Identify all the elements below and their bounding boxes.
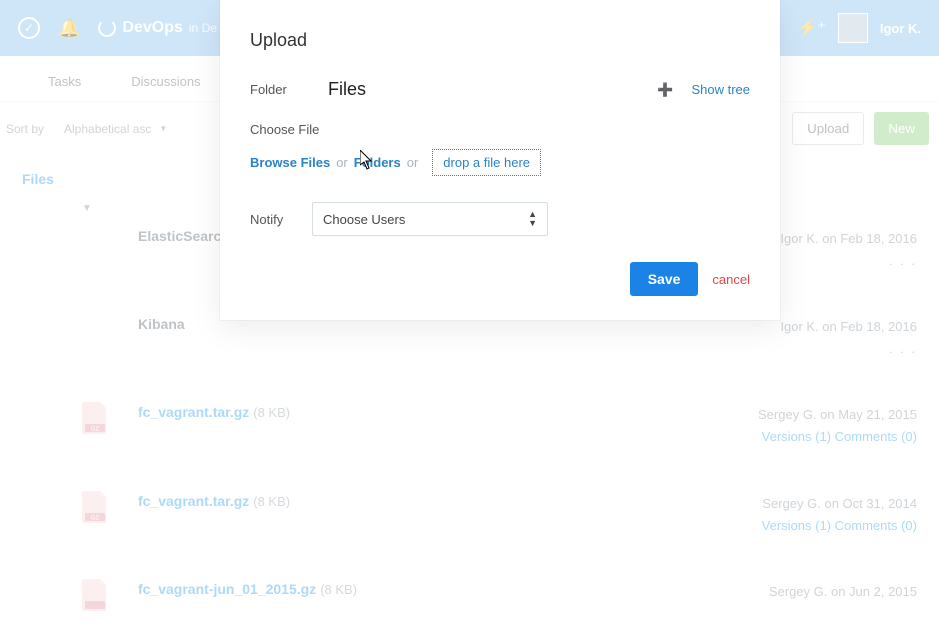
file-archive-icon: GZ: [82, 402, 108, 434]
more-icon[interactable]: . . .: [889, 253, 917, 268]
new-button[interactable]: New: [874, 112, 929, 145]
project-context: in De: [189, 21, 217, 35]
project-name[interactable]: DevOps: [122, 19, 182, 37]
loading-icon: [98, 19, 116, 37]
sort-value: Alphabetical asc: [64, 122, 151, 136]
item-meta: Igor K. on Feb 18, 2016: [780, 319, 917, 334]
plus-icon[interactable]: ➕: [657, 82, 673, 98]
bolt-icon[interactable]: ⚡⁺: [797, 18, 825, 38]
save-button[interactable]: Save: [630, 262, 699, 296]
notify-select[interactable]: Choose Users ▲▼: [312, 202, 548, 236]
choose-file-label: Choose File: [250, 122, 750, 137]
file-name[interactable]: fc_vagrant.tar.gz: [138, 493, 249, 509]
folder-name: Kibana: [138, 316, 185, 332]
file-size: (8 KB): [253, 405, 290, 420]
file-archive-icon: GZ: [82, 491, 108, 523]
drop-zone[interactable]: drop a file here: [432, 149, 541, 176]
cancel-link[interactable]: cancel: [712, 272, 750, 287]
sort-label: Sort by: [6, 122, 44, 136]
avatar[interactable]: [838, 13, 868, 43]
notify-label: Notify: [250, 212, 310, 227]
file-size: (8 KB): [253, 494, 290, 509]
select-caret-icon: ▲▼: [528, 210, 537, 228]
file-name[interactable]: fc_vagrant.tar.gz: [138, 404, 249, 420]
list-item[interactable]: GZ fc_vagrant.tar.gz (8 KB) Sergey G. on …: [22, 479, 917, 567]
folder-label: Folder: [250, 82, 310, 97]
file-name[interactable]: fc_vagrant-jun_01_2015.gz: [138, 581, 316, 597]
file-archive-icon: [82, 579, 108, 611]
tab-discussions[interactable]: Discussions: [131, 74, 200, 89]
browse-folders-link[interactable]: Folders: [354, 155, 401, 170]
upload-modal: Upload Folder Files ➕ Show tree Choose F…: [220, 0, 780, 320]
browse-files-link[interactable]: Browse Files: [250, 155, 330, 170]
item-meta: Sergey G. on May 21, 2015: [758, 407, 917, 422]
more-icon[interactable]: . . .: [889, 341, 917, 356]
item-meta: Igor K. on Feb 18, 2016: [780, 231, 917, 246]
list-item[interactable]: fc_vagrant-jun_01_2015.gz (8 KB) Sergey G…: [22, 567, 917, 603]
versions-link[interactable]: Versions (1) Comments (0): [762, 518, 917, 533]
modal-title: Upload: [250, 30, 750, 51]
or-text: or: [407, 155, 419, 170]
user-name[interactable]: Igor K.: [880, 21, 921, 36]
item-meta: Sergey G. on Oct 31, 2014: [762, 496, 917, 511]
or-text: or: [336, 155, 348, 170]
notify-placeholder: Choose Users: [323, 212, 405, 227]
svg-text:GZ: GZ: [91, 427, 100, 433]
bell-icon[interactable]: 🔔: [58, 18, 80, 39]
versions-link[interactable]: Versions (1) Comments (0): [762, 429, 917, 444]
show-tree-link[interactable]: Show tree: [691, 82, 750, 97]
upload-button[interactable]: Upload: [792, 112, 864, 145]
folder-name: ElasticSearch: [138, 228, 230, 244]
tab-tasks[interactable]: Tasks: [48, 74, 81, 89]
file-size: (8 KB): [320, 582, 357, 597]
chevron-down-icon: ▼: [159, 124, 167, 133]
sort-select[interactable]: Alphabetical asc ▼: [64, 122, 167, 136]
svg-text:GZ: GZ: [91, 515, 100, 521]
list-item[interactable]: GZ fc_vagrant.tar.gz (8 KB) Sergey G. on …: [22, 390, 917, 478]
item-meta: Sergey G. on Jun 2, 2015: [769, 584, 917, 599]
folder-value: Files: [328, 79, 366, 100]
check-icon[interactable]: ✓: [18, 17, 40, 39]
